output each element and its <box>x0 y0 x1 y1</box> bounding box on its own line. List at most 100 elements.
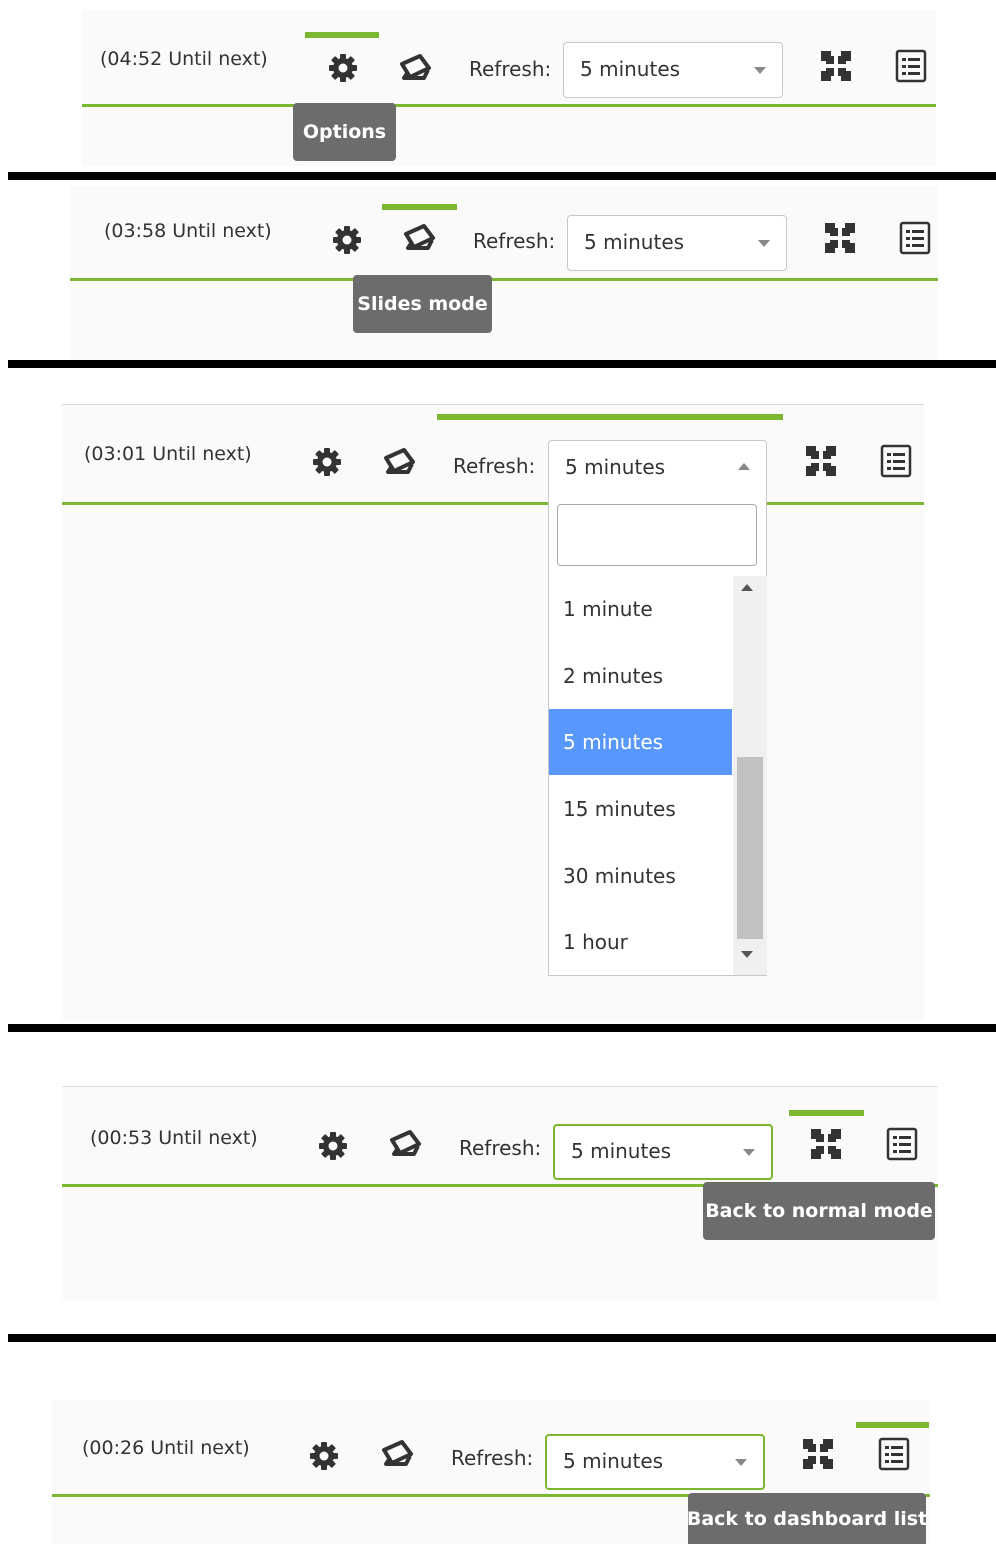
hover-indicator <box>382 204 457 210</box>
slides-mode-icon[interactable] <box>380 1436 416 1472</box>
panel-refresh-dropdown: (03:01 Until next) Refresh: 5 minutes 1 … <box>0 368 996 1024</box>
chevron-down-icon <box>735 1459 747 1466</box>
slides-mode-icon[interactable] <box>402 220 438 256</box>
refresh-select-value: 5 minutes <box>584 230 685 254</box>
refresh-select[interactable]: 5 minutes <box>553 1124 773 1180</box>
panel-slides-tooltip: (03:58 Until next) Refresh: 5 minutes Sl… <box>0 180 996 360</box>
normal-mode-icon[interactable] <box>822 220 858 256</box>
dropdown-search-input[interactable] <box>557 504 757 566</box>
refresh-select[interactable]: 5 minutes <box>567 215 787 271</box>
gear-icon <box>310 1442 338 1470</box>
refresh-select[interactable]: 5 minutes <box>545 1434 765 1490</box>
normal-mode-icon[interactable] <box>803 443 839 479</box>
separator <box>8 172 996 180</box>
refresh-label: Refresh: <box>473 229 556 253</box>
dropdown-options: 1 minute 2 minutes 5 minutes 15 minutes … <box>549 576 768 976</box>
scroll-down-icon[interactable] <box>741 951 753 958</box>
dashboard-list-icon[interactable] <box>893 48 929 84</box>
slides-icon <box>400 54 431 80</box>
gear-icon <box>313 448 341 476</box>
refresh-select-value: 5 minutes <box>563 1449 664 1473</box>
refresh-select-value: 5 minutes <box>580 57 681 81</box>
scrollbar-thumb[interactable] <box>737 757 763 939</box>
normal-mode-icon[interactable] <box>808 1126 844 1162</box>
tooltip: Back to normal mode <box>703 1182 935 1240</box>
slides-icon <box>384 448 415 474</box>
refresh-select[interactable]: 5 minutes <box>548 440 767 496</box>
countdown-timer: (00:26 Until next) <box>82 1437 250 1459</box>
options-icon[interactable] <box>315 1128 351 1164</box>
panel-normal-mode-tooltip: (00:53 Until next) Refresh: 5 minutes Ba… <box>0 1032 996 1332</box>
toolbar-background <box>62 404 924 1020</box>
slides-mode-icon[interactable] <box>382 444 418 480</box>
refresh-label: Refresh: <box>453 454 536 478</box>
toolbar-background <box>82 10 936 166</box>
hover-indicator <box>856 1422 929 1428</box>
separator <box>8 1024 996 1032</box>
gear-icon <box>329 54 357 82</box>
dropdown-option[interactable]: 1 hour <box>549 909 732 975</box>
dashboard-list-icon[interactable] <box>878 443 914 479</box>
dropdown-option-selected[interactable]: 5 minutes <box>549 709 732 775</box>
countdown-timer: (00:53 Until next) <box>90 1127 258 1149</box>
list-icon <box>895 49 927 83</box>
list-icon <box>899 221 931 255</box>
compress-icon <box>811 1129 841 1159</box>
refresh-select-value: 5 minutes <box>565 455 666 479</box>
tooltip: Options <box>293 103 396 161</box>
toolbar-underline <box>767 502 924 505</box>
list-icon <box>880 444 912 478</box>
panel-options-tooltip: (04:52 Until next) Refresh: 5 minutes Op… <box>0 0 996 170</box>
dropdown-option[interactable]: 2 minutes <box>549 643 732 709</box>
dropdown-option[interactable]: 15 minutes <box>549 776 732 842</box>
compress-icon <box>803 1439 833 1469</box>
chevron-up-icon <box>738 463 750 470</box>
normal-mode-icon[interactable] <box>800 1436 836 1472</box>
options-icon[interactable] <box>309 444 345 480</box>
compress-icon <box>806 446 836 476</box>
toolbar-topline <box>62 1086 938 1087</box>
list-icon <box>878 1437 910 1471</box>
countdown-timer: (04:52 Until next) <box>100 48 268 70</box>
countdown-timer: (03:01 Until next) <box>84 443 252 465</box>
refresh-label: Refresh: <box>469 57 552 81</box>
toolbar-underline <box>82 104 936 107</box>
chevron-down-icon <box>754 67 766 74</box>
refresh-label: Refresh: <box>451 1446 534 1470</box>
separator <box>8 360 996 368</box>
slides-icon <box>404 224 435 250</box>
hover-indicator <box>305 32 379 38</box>
slides-icon <box>390 1130 421 1156</box>
refresh-select-value: 5 minutes <box>571 1139 672 1163</box>
compress-icon <box>825 223 855 253</box>
hover-indicator <box>437 414 783 420</box>
gear-icon <box>319 1132 347 1160</box>
gear-icon <box>333 226 361 254</box>
list-icon <box>886 1127 918 1161</box>
dashboard-list-icon[interactable] <box>876 1436 912 1472</box>
options-icon[interactable] <box>325 50 361 86</box>
refresh-dropdown: 1 minute 2 minutes 5 minutes 15 minutes … <box>548 496 767 976</box>
slides-mode-icon[interactable] <box>388 1126 424 1162</box>
dashboard-list-icon[interactable] <box>897 220 933 256</box>
refresh-select[interactable]: 5 minutes <box>563 42 783 98</box>
toolbar-topline <box>62 404 924 405</box>
chevron-down-icon <box>758 240 770 247</box>
scroll-up-icon[interactable] <box>741 584 753 591</box>
separator <box>8 1334 996 1342</box>
refresh-label: Refresh: <box>459 1136 542 1160</box>
dashboard-list-icon[interactable] <box>884 1126 920 1162</box>
toolbar-underline <box>70 278 938 281</box>
slides-mode-icon[interactable] <box>398 50 434 86</box>
tooltip: Back to dashboard list <box>687 1493 927 1544</box>
countdown-timer: (03:58 Until next) <box>104 220 272 242</box>
slides-icon <box>382 1440 413 1466</box>
toolbar-background <box>70 186 938 360</box>
compress-icon <box>821 51 851 81</box>
options-icon[interactable] <box>306 1438 342 1474</box>
dropdown-option[interactable]: 30 minutes <box>549 843 732 909</box>
dropdown-option[interactable]: 1 minute <box>549 576 732 642</box>
options-icon[interactable] <box>329 222 365 258</box>
normal-mode-icon[interactable] <box>818 48 854 84</box>
tooltip: Slides mode <box>353 275 492 333</box>
